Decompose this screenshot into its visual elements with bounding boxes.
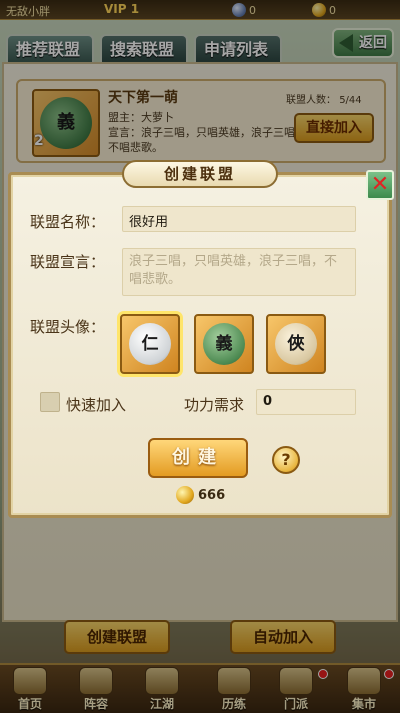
- avatar-option-xia[interactable]: 俠: [266, 314, 326, 374]
- power-requirement-input[interactable]: 0: [256, 389, 356, 415]
- guild-avatar-label: 联盟头像：: [30, 318, 106, 336]
- quick-join-checkbox[interactable]: [40, 392, 60, 412]
- dialog-title: 创建联盟: [122, 160, 278, 188]
- cost-value: 666: [198, 487, 226, 503]
- avatar-option-yi[interactable]: 義: [194, 314, 254, 374]
- help-button[interactable]: ?: [272, 446, 300, 474]
- power-requirement-label: 功力需求: [184, 396, 245, 414]
- creation-cost: 666: [176, 486, 225, 504]
- guild-name-input[interactable]: 很好用: [122, 206, 356, 232]
- close-icon: ✕: [370, 172, 390, 197]
- quick-join-label: 快速加入: [66, 396, 127, 414]
- close-button[interactable]: ✕: [366, 170, 394, 200]
- guild-name-label: 联盟名称：: [30, 213, 106, 231]
- guild-declaration-input[interactable]: 浪子三唱，只唱英雄，浪子三唱，不唱悲歌。: [122, 248, 356, 296]
- question-icon: ?: [281, 450, 291, 469]
- avatar-option-ren[interactable]: 仁: [120, 314, 180, 374]
- gold-ingot-icon: [176, 486, 194, 504]
- ren-emblem-icon: 仁: [129, 323, 171, 365]
- xia-emblem-icon: 俠: [275, 323, 317, 365]
- create-button[interactable]: 创建: [148, 438, 248, 478]
- guild-declaration-label: 联盟宣言：: [30, 253, 106, 271]
- yi-emblem-icon: 義: [203, 323, 245, 365]
